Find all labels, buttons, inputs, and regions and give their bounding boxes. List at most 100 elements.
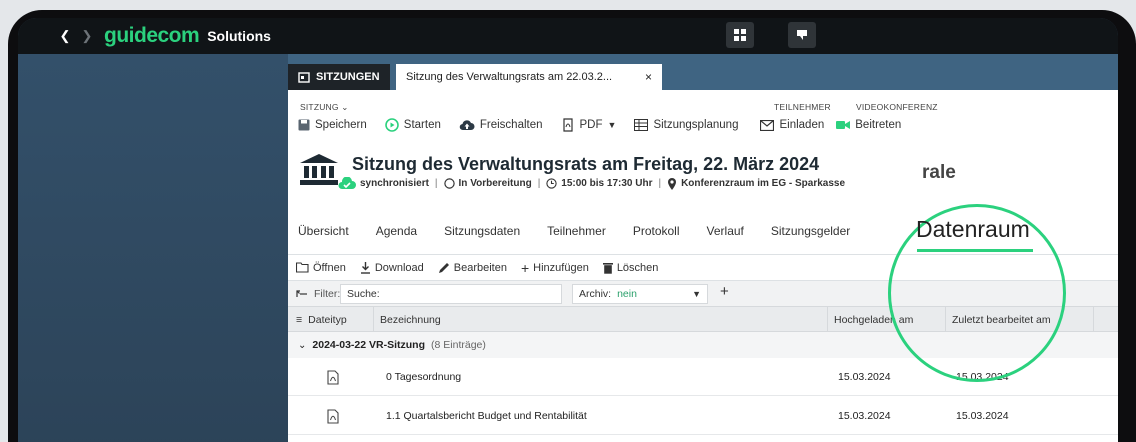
row-name: 0 Tagesordnung bbox=[386, 371, 462, 383]
tab-sitzungen-label: SITZUNGEN bbox=[316, 71, 380, 83]
pdf-icon bbox=[326, 358, 340, 396]
tab-sitzungen[interactable]: SITZUNGEN bbox=[288, 64, 390, 90]
row-uploaded: 15.03.2024 bbox=[838, 410, 891, 422]
tab-teilnehmer[interactable]: Teilnehmer bbox=[547, 224, 606, 238]
table-row[interactable]: 1.1 Quartalsbericht Budget und Rentabili… bbox=[288, 397, 1118, 435]
edit-label: Bearbeiten bbox=[453, 261, 507, 274]
cloud-upload-icon bbox=[459, 120, 475, 131]
tab-strip: SITZUNGEN Sitzung des Verwaltungsrats am… bbox=[288, 54, 1118, 90]
plus-icon: + bbox=[520, 259, 530, 276]
save-button[interactable]: Speichern bbox=[298, 119, 367, 131]
video-icon bbox=[836, 121, 851, 129]
section-tabs: Übersicht Agenda Sitzungsdaten Teilnehme… bbox=[298, 224, 877, 238]
open-button[interactable]: Öffnen bbox=[296, 262, 346, 274]
tab-sitzungsdaten[interactable]: Sitzungsdaten bbox=[444, 224, 520, 238]
tab-agenda[interactable]: Agenda bbox=[376, 224, 417, 238]
join-button[interactable]: Beitreten bbox=[836, 119, 901, 131]
cloud-check-icon bbox=[338, 177, 356, 189]
column-name[interactable]: Bezeichnung bbox=[374, 307, 828, 333]
column-settings-icon[interactable]: ≡ bbox=[296, 314, 302, 326]
pdf-label: PDF bbox=[579, 119, 603, 131]
edit-button[interactable]: Bearbeiten bbox=[438, 262, 507, 274]
search-label: Suche: bbox=[347, 288, 380, 300]
logo-subtitle: Solutions bbox=[207, 28, 271, 44]
chevron-down-icon[interactable]: ⌄ bbox=[298, 340, 306, 351]
location-pin-icon bbox=[668, 177, 677, 190]
row-uploaded: 15.03.2024 bbox=[838, 371, 891, 383]
release-button[interactable]: Freischalten bbox=[459, 119, 543, 131]
filter-arrow-icon bbox=[296, 289, 307, 297]
archive-value: nein bbox=[617, 288, 637, 300]
add-label: Hinzufügen bbox=[533, 261, 589, 274]
tab-uebersicht[interactable]: Übersicht bbox=[298, 224, 349, 238]
tab-verlauf[interactable]: Verlauf bbox=[707, 224, 744, 238]
table-icon bbox=[634, 119, 649, 131]
archive-label: Archiv: bbox=[579, 288, 612, 300]
chevron-down-icon: ▼ bbox=[607, 120, 617, 130]
download-label: Download bbox=[374, 261, 424, 274]
archive-select[interactable]: Archiv: nein ▼ bbox=[572, 284, 708, 304]
row-name: 1.1 Quartalsbericht Budget und Rentabili… bbox=[386, 410, 587, 422]
save-label: Speichern bbox=[315, 119, 367, 131]
add-filter-button[interactable]: + bbox=[720, 283, 729, 300]
group-count: (8 Einträge) bbox=[431, 339, 486, 351]
section-teilnehmer: TEILNEHMER bbox=[774, 102, 831, 112]
left-pane bbox=[18, 54, 288, 442]
clock-icon bbox=[546, 178, 557, 189]
folder-open-icon bbox=[296, 262, 309, 273]
download-icon bbox=[360, 261, 370, 274]
start-button[interactable]: Starten bbox=[384, 118, 441, 132]
partial-heading: rale bbox=[922, 162, 956, 183]
delete-button[interactable]: Löschen bbox=[602, 261, 659, 274]
column-type-label: Dateityp bbox=[308, 314, 347, 326]
search-input[interactable]: Suche: bbox=[340, 284, 562, 304]
meeting-time: 15:00 bis 17:30 Uhr bbox=[561, 178, 653, 189]
tab-datenraum[interactable]: Datenraum bbox=[916, 216, 1030, 243]
invite-button[interactable]: Einladen bbox=[760, 119, 824, 131]
phase-status: In Vorbereitung bbox=[458, 178, 532, 189]
close-icon[interactable]: × bbox=[645, 70, 652, 84]
tab-meeting-label: Sitzung des Verwaltungsrats am 22.03.2..… bbox=[406, 71, 613, 83]
section-sitzung[interactable]: SITZUNG ⌄ bbox=[300, 102, 349, 113]
top-bar: ❮ ❯ guidecom Solutions bbox=[18, 18, 1118, 54]
delete-label: Löschen bbox=[616, 261, 659, 274]
institution-icon bbox=[300, 154, 338, 185]
comment-icon[interactable] bbox=[788, 22, 816, 48]
planning-label: Sitzungsplanung bbox=[653, 119, 739, 131]
meeting-location: Konferenzraum im EG - Sparkasse bbox=[681, 178, 846, 189]
chevron-down-icon: ▼ bbox=[692, 289, 701, 299]
join-label: Beitreten bbox=[855, 119, 902, 131]
planning-button[interactable]: Sitzungsplanung bbox=[634, 119, 738, 131]
tab-meeting[interactable]: Sitzung des Verwaltungsrats am 22.03.2..… bbox=[396, 64, 662, 90]
tab-protokoll[interactable]: Protokoll bbox=[633, 224, 680, 238]
group-label: 2024-03-22 VR-Sitzung bbox=[312, 339, 426, 351]
chevron-left-icon[interactable]: ❮ bbox=[54, 28, 76, 44]
download-button[interactable]: Download bbox=[360, 261, 424, 274]
screen: ❮ ❯ guidecom Solutions SITZUNGEN Sitzung… bbox=[18, 18, 1118, 442]
pdf-icon bbox=[562, 118, 573, 132]
chevron-right-icon[interactable]: ❯ bbox=[76, 28, 98, 44]
sync-status: synchronisiert bbox=[360, 178, 429, 189]
column-type[interactable]: ≡ Dateityp bbox=[288, 307, 374, 333]
row-edited: 15.03.2024 bbox=[956, 410, 1009, 422]
play-icon bbox=[384, 118, 399, 132]
invite-label: Einladen bbox=[779, 119, 825, 131]
save-icon bbox=[298, 119, 310, 131]
tab-sitzungsgelder[interactable]: Sitzungsgelder bbox=[771, 224, 850, 238]
add-button[interactable]: + Hinzufügen bbox=[521, 260, 589, 276]
column-name-label: Bezeichnung bbox=[380, 314, 441, 326]
mail-icon bbox=[760, 119, 775, 131]
pdf-button[interactable]: PDF ▼ bbox=[561, 118, 617, 132]
open-label: Öffnen bbox=[313, 261, 346, 274]
logo: guidecom bbox=[104, 24, 200, 47]
release-label: Freischalten bbox=[479, 119, 543, 131]
section-videokonferenz: VIDEOKONFERENZ bbox=[856, 102, 938, 112]
pdf-icon bbox=[326, 397, 340, 435]
pencil-icon bbox=[438, 262, 449, 273]
page-title: Sitzung des Verwaltungsrats am Freitag, … bbox=[352, 154, 820, 174]
meeting-status-row: synchronisiert | In Vorbereitung | 15:00… bbox=[338, 177, 845, 190]
main-window: SITZUNGEN Sitzung des Verwaltungsrats am… bbox=[288, 54, 1118, 442]
separator: | bbox=[434, 178, 438, 189]
main-toolbar: Speichern Starten Freischalten PDF ▼ Sit… bbox=[298, 118, 919, 132]
grid-view-icon[interactable] bbox=[726, 22, 754, 48]
